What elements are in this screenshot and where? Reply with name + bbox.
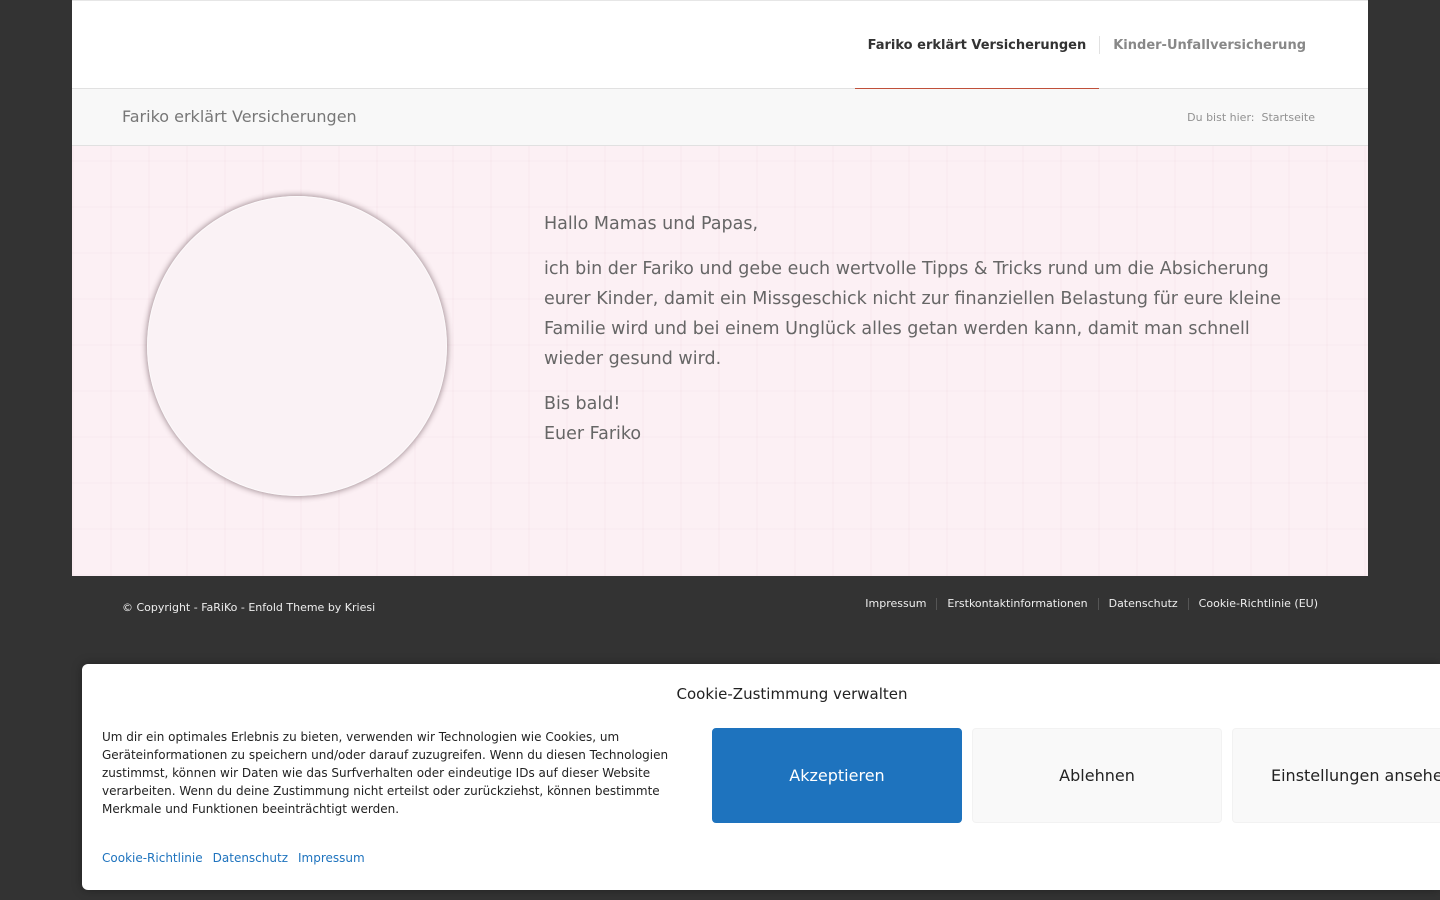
main-content: Hallo Mamas und Papas, ich bin der Farik…: [72, 146, 1368, 576]
main-nav: Fariko erklärt Versicherungen Kinder-Unf…: [854, 1, 1319, 90]
cookie-banner-title: Cookie-Zustimmung verwalten: [676, 685, 908, 703]
cookie-banner-links: Cookie-Richtlinie Datenschutz Impressum: [102, 851, 365, 865]
signoff-line-1: Bis bald!: [544, 394, 621, 414]
intro-text: Hallo Mamas und Papas, ich bin der Farik…: [544, 209, 1314, 464]
cookie-consent-banner: Cookie-Zustimmung verwalten Um dir ein o…: [82, 664, 1440, 890]
intro-body: ich bin der Fariko und gebe euch wertvol…: [544, 259, 1282, 369]
title-bar: Fariko erklärt Versicherungen Du bist hi…: [72, 89, 1368, 146]
footer-links: Impressum Erstkontaktinformationen Daten…: [855, 597, 1318, 610]
site-header: Fariko erklärt Versicherungen Kinder-Unf…: [72, 0, 1368, 90]
footer-link-erstkontaktinformationen[interactable]: Erstkontaktinformationen: [937, 597, 1097, 610]
view-preferences-button[interactable]: Einstellungen ansehen: [1232, 728, 1440, 823]
nav-item-kinder-unfallversicherung[interactable]: Kinder-Unfallversicherung: [1100, 1, 1319, 89]
breadcrumb-home-link[interactable]: Startseite: [1261, 111, 1315, 124]
breadcrumb-prefix: Du bist hier:: [1187, 111, 1255, 124]
deny-cookies-button[interactable]: Ablehnen: [972, 728, 1222, 823]
cookie-link-cookie-richtlinie[interactable]: Cookie-Richtlinie: [102, 851, 203, 865]
fariko-avatar-image: [147, 196, 447, 496]
signoff-line-2: Euer Fariko: [544, 424, 642, 444]
footer-link-datenschutz[interactable]: Datenschutz: [1099, 597, 1188, 610]
nav-item-fariko-erklaert[interactable]: Fariko erklärt Versicherungen: [854, 1, 1100, 90]
copyright-text: © Copyright - FaRiKo - Enfold Theme by K…: [122, 601, 376, 614]
site-wrapper: Fariko erklärt Versicherungen Kinder-Unf…: [72, 0, 1368, 576]
cookie-link-impressum[interactable]: Impressum: [298, 851, 365, 865]
page-title: Fariko erklärt Versicherungen: [122, 107, 357, 126]
footer-link-impressum[interactable]: Impressum: [855, 597, 936, 610]
cookie-link-datenschutz[interactable]: Datenschutz: [213, 851, 288, 865]
greeting: Hallo Mamas und Papas,: [544, 214, 759, 234]
cookie-banner-text: Um dir ein optimales Erlebnis zu bieten,…: [102, 730, 669, 816]
footer-link-cookie-richtlinie[interactable]: Cookie-Richtlinie (EU): [1189, 597, 1318, 610]
signoff: Bis bald! Euer Fariko: [544, 389, 1314, 449]
site-footer: © Copyright - FaRiKo - Enfold Theme by K…: [72, 577, 1368, 637]
breadcrumb: Du bist hier: Startseite: [1187, 111, 1315, 124]
accept-cookies-button[interactable]: Akzeptieren: [712, 728, 962, 823]
